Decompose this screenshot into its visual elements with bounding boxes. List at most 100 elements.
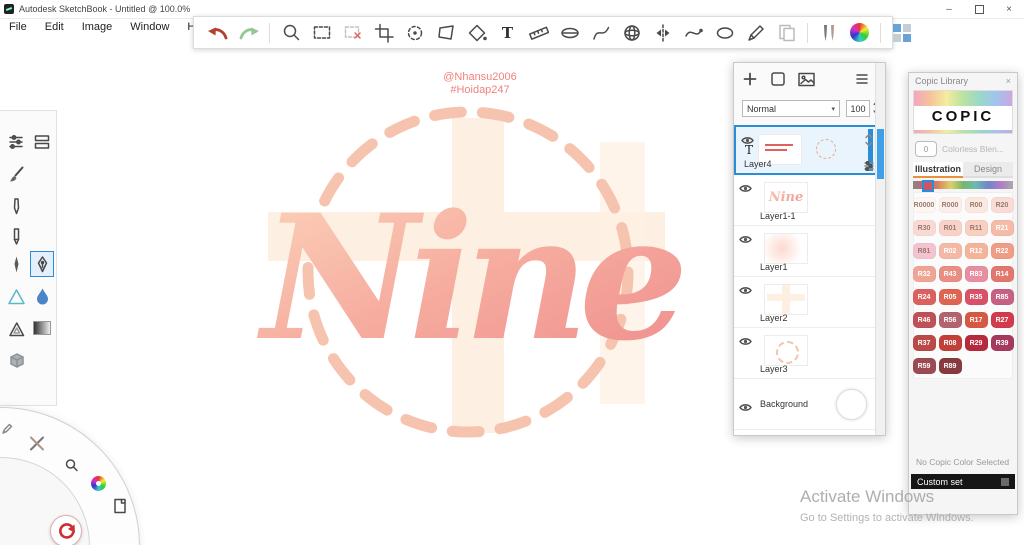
layers-scrollbar-thumb[interactable]: [877, 129, 884, 179]
color-wheel-mini-icon[interactable]: [91, 476, 106, 491]
layer-row-layer4[interactable]: T Layer4: [734, 125, 877, 175]
blend-mode-dropdown[interactable]: Normal ▾: [742, 100, 840, 117]
brush-pair-icon[interactable]: [815, 20, 842, 46]
nib-pen-icon[interactable]: [30, 251, 54, 277]
copic-swatch[interactable]: R11: [964, 220, 988, 236]
copic-swatch[interactable]: R39: [990, 335, 1014, 351]
import-image-icon[interactable]: [796, 69, 816, 89]
copic-swatch[interactable]: R81: [912, 243, 936, 259]
copic-swatch[interactable]: R01: [938, 220, 962, 236]
french-curve-icon[interactable]: [587, 20, 614, 46]
airbrush-icon[interactable]: [4, 193, 28, 219]
brush-settings-icon[interactable]: [4, 129, 28, 155]
copic-swatch[interactable]: R29: [964, 335, 988, 351]
text-tool-icon[interactable]: T: [494, 20, 521, 46]
layers-scrollbar[interactable]: [875, 63, 885, 435]
copic-swatch[interactable]: R89: [938, 358, 962, 374]
new-layer-icon[interactable]: [768, 69, 788, 89]
water-drop-icon[interactable]: [30, 283, 54, 309]
zoom-icon[interactable]: [277, 20, 304, 46]
background-color-swatch[interactable]: [836, 389, 867, 420]
visibility-eye-icon[interactable]: [739, 399, 752, 417]
copic-swatch[interactable]: R83: [964, 266, 988, 282]
layer-reorder-icon[interactable]: [863, 133, 875, 152]
minimize-button[interactable]: –: [934, 0, 964, 18]
visibility-eye-icon[interactable]: [739, 333, 752, 351]
copic-swatch[interactable]: R0000: [912, 197, 936, 213]
copic-swatch[interactable]: R35: [964, 289, 988, 305]
menu-window[interactable]: Window: [121, 18, 178, 36]
perspective-icon[interactable]: [618, 20, 645, 46]
blender-swatch[interactable]: 0: [915, 141, 937, 157]
copy-icon[interactable]: [773, 20, 800, 46]
copic-swatch[interactable]: R20: [990, 197, 1014, 213]
menu-file[interactable]: File: [0, 18, 36, 36]
copic-swatch[interactable]: R14: [990, 266, 1014, 282]
tab-design[interactable]: Design: [963, 162, 1013, 178]
transform-icon[interactable]: [401, 20, 428, 46]
brush-pencil-icon[interactable]: [28, 434, 46, 452]
copic-swatch[interactable]: R17: [964, 312, 988, 328]
zoom-mini-icon[interactable]: [64, 458, 79, 473]
copic-swatch[interactable]: R02: [938, 243, 962, 259]
fill-icon[interactable]: [463, 20, 490, 46]
layer-opacity-field[interactable]: 100: [846, 100, 870, 117]
copic-swatch[interactable]: R56: [938, 312, 962, 328]
canvas-page-icon[interactable]: [113, 498, 128, 514]
menu-image[interactable]: Image: [73, 18, 122, 36]
layer-row-layer3[interactable]: Layer3: [734, 328, 877, 379]
close-icon[interactable]: ×: [1006, 76, 1011, 86]
maximize-button[interactable]: [964, 0, 994, 18]
gradient-fill-icon[interactable]: [30, 315, 54, 341]
copic-swatch[interactable]: R27: [990, 312, 1014, 328]
add-layer-icon[interactable]: [740, 69, 760, 89]
predictive-stroke-icon[interactable]: [742, 20, 769, 46]
copic-swatch[interactable]: R46: [912, 312, 936, 328]
copic-swatch[interactable]: R000: [938, 197, 962, 213]
ink-brush-icon[interactable]: [4, 251, 28, 277]
set-square-icon[interactable]: [4, 315, 28, 341]
rectangle-select-icon[interactable]: [308, 20, 335, 46]
colorless-blender-row[interactable]: 0 Colorless Blen...: [915, 141, 1011, 157]
visibility-eye-icon[interactable]: [739, 231, 752, 249]
layers-menu-icon[interactable]: [852, 69, 872, 89]
pencil-mini-icon[interactable]: [1, 423, 13, 435]
color-family-strip[interactable]: [913, 180, 1013, 192]
layer-row-layer1-1[interactable]: Nine Layer1-1: [734, 175, 877, 226]
ellipse-icon[interactable]: [711, 20, 738, 46]
copic-swatch[interactable]: R21: [990, 220, 1014, 236]
copic-swatch[interactable]: R85: [990, 289, 1014, 305]
layer-row-background[interactable]: Background: [734, 379, 877, 430]
color-wheel-icon[interactable]: [846, 20, 873, 46]
cube-icon[interactable]: [4, 347, 28, 373]
copic-swatch[interactable]: R00: [964, 197, 988, 213]
copic-swatch[interactable]: R30: [912, 220, 936, 236]
copic-swatch[interactable]: R05: [938, 289, 962, 305]
layer-editor-icon[interactable]: [888, 20, 915, 46]
undo-icon[interactable]: [204, 20, 231, 46]
layer-adjust-icon[interactable]: [863, 159, 875, 177]
layer-row-layer1[interactable]: Layer1: [734, 226, 877, 277]
triangle-guide-icon[interactable]: [4, 283, 28, 309]
copic-swatch[interactable]: R22: [990, 243, 1014, 259]
pencil-icon[interactable]: [4, 223, 28, 249]
copic-swatch[interactable]: R43: [938, 266, 962, 282]
copic-swatch[interactable]: R08: [938, 335, 962, 351]
tab-illustration[interactable]: Illustration: [913, 162, 963, 178]
ellipse-template-icon[interactable]: [556, 20, 583, 46]
copic-swatch[interactable]: R32: [912, 266, 936, 282]
steady-stroke-icon[interactable]: [680, 20, 707, 46]
copic-swatch[interactable]: R24: [912, 289, 936, 305]
distort-icon[interactable]: [432, 20, 459, 46]
redo-icon[interactable]: [235, 20, 262, 46]
ruler-icon[interactable]: [525, 20, 552, 46]
crop-icon[interactable]: [370, 20, 397, 46]
deselect-icon[interactable]: [339, 20, 366, 46]
symmetry-icon[interactable]: [649, 20, 676, 46]
layer-row-layer2[interactable]: Layer2: [734, 277, 877, 328]
brush-library-icon[interactable]: [30, 129, 54, 155]
close-button[interactable]: ×: [994, 0, 1024, 18]
menu-edit[interactable]: Edit: [36, 18, 73, 36]
copic-swatch[interactable]: R12: [964, 243, 988, 259]
copic-swatch[interactable]: R59: [912, 358, 936, 374]
